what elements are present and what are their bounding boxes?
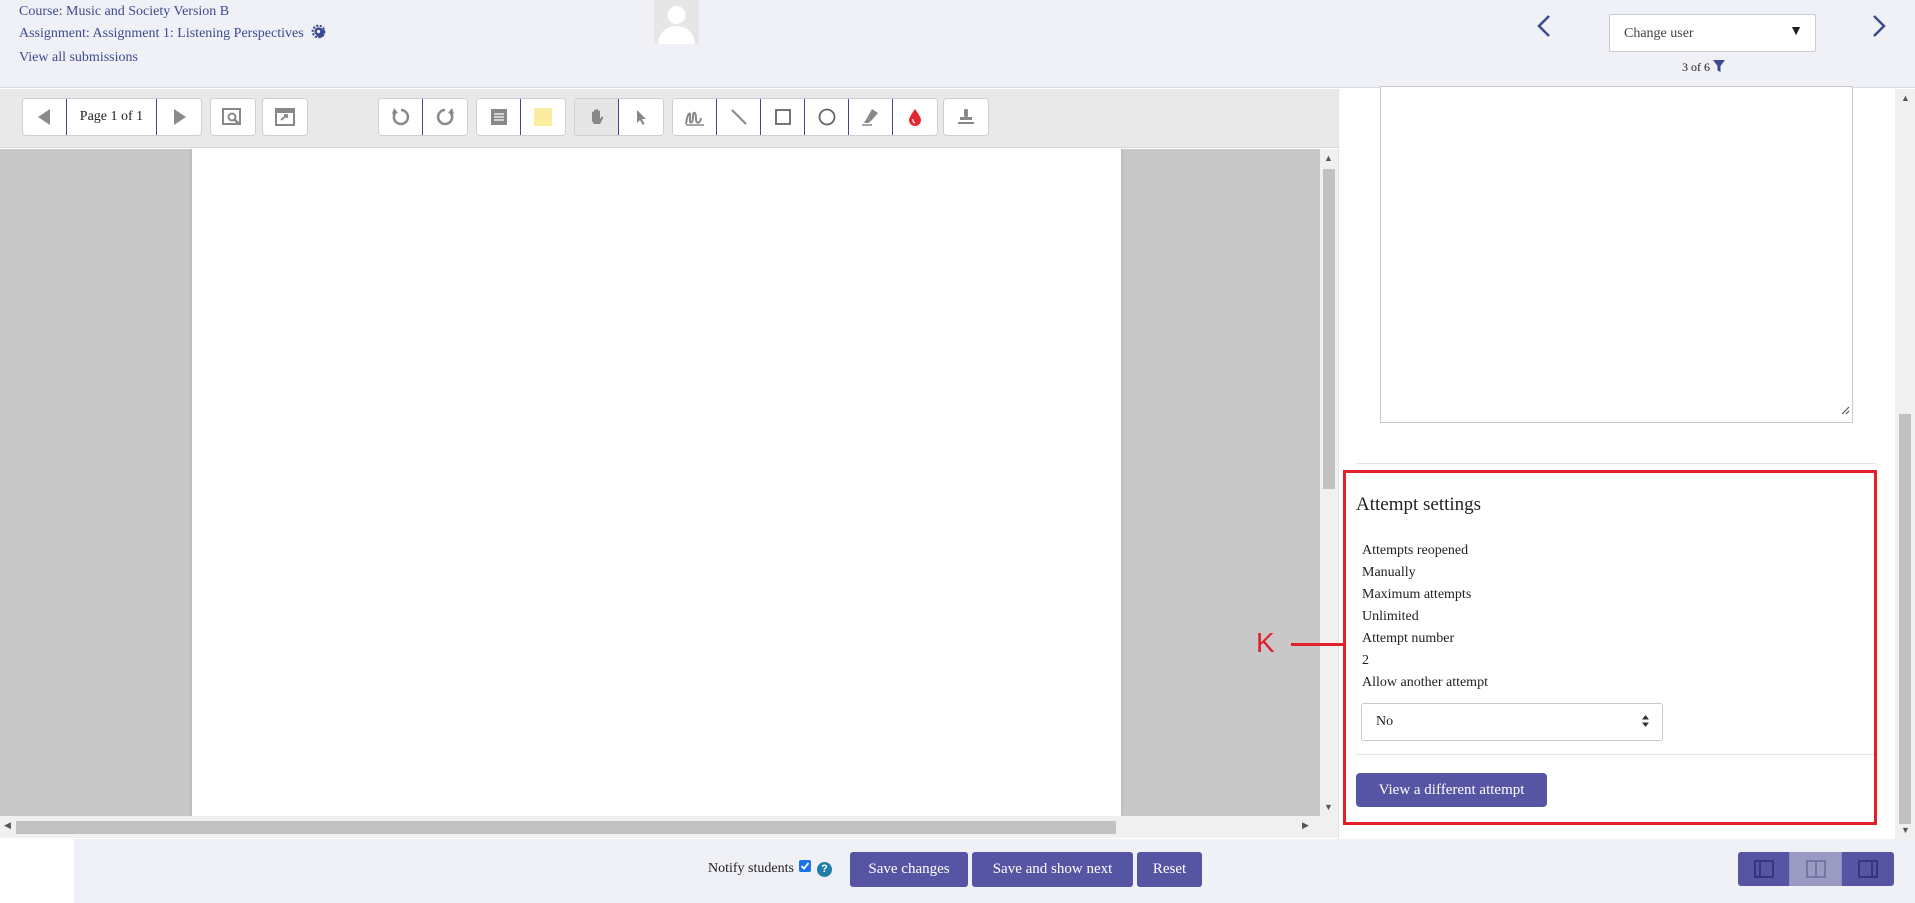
collapse-review-panel-button[interactable]	[1842, 852, 1894, 886]
page-navigation-group: Page 1 of 1	[22, 98, 202, 136]
feedback-comments-textarea[interactable]	[1380, 86, 1853, 423]
search-comments-group	[210, 98, 256, 136]
scrollbar-corner	[1320, 816, 1338, 838]
footer-spacer	[0, 839, 74, 903]
rotate-right-button[interactable]	[423, 99, 467, 135]
navigation-tools-group	[574, 98, 664, 136]
scroll-up-arrow-icon[interactable]: ▲	[1324, 153, 1333, 163]
annotation-toolbar: Page 1 of 1	[0, 89, 1338, 148]
pan-hand-button[interactable]	[575, 99, 619, 135]
rotate-group	[378, 98, 468, 136]
dropdown-caret-icon: ▼	[1789, 24, 1803, 39]
save-changes-button[interactable]: Save changes	[850, 852, 968, 887]
layout-toggle-group	[1738, 852, 1894, 886]
annotation-marker-line	[1291, 643, 1343, 646]
default-layout-button[interactable]	[1790, 852, 1842, 886]
view-different-attempt-button[interactable]: View a different attempt	[1356, 773, 1547, 807]
notify-students-label: Notify students	[708, 861, 794, 876]
previous-page-button[interactable]	[23, 99, 67, 135]
expand-button[interactable]	[263, 99, 307, 135]
filter-icon[interactable]	[1710, 60, 1725, 74]
comment-group	[476, 98, 566, 136]
oval-button[interactable]	[805, 99, 849, 135]
scroll-down-arrow-icon[interactable]: ▼	[1324, 802, 1333, 812]
user-avatar	[654, 0, 699, 44]
attempt-settings-details: Attempts reopened Manually Maximum attem…	[1362, 540, 1488, 694]
document-horizontal-scrollbar[interactable]: ◀ ▶	[0, 816, 1320, 838]
allow-another-attempt-select[interactable]: No	[1361, 703, 1663, 741]
collapse-grade-panel-button[interactable]	[1738, 852, 1790, 886]
allow-another-attempt-label: Allow another attempt	[1362, 675, 1488, 690]
document-vertical-scrollbar[interactable]: ▲ ▼	[1320, 149, 1338, 816]
comment-button[interactable]	[477, 99, 521, 135]
attempt-number-label: Attempt number	[1362, 631, 1455, 646]
course-link[interactable]: Course: Music and Society Version B	[19, 4, 229, 19]
assignment-link[interactable]: Assignment: Assignment 1: Listening Pers…	[19, 26, 304, 41]
rectangle-button[interactable]	[761, 99, 805, 135]
gear-icon[interactable]	[311, 24, 326, 47]
pen-button[interactable]	[673, 99, 717, 135]
grading-panel-scrollbar[interactable]: ▲ ▼	[1895, 89, 1915, 839]
rotate-left-button[interactable]	[379, 99, 423, 135]
next-user-button[interactable]	[1863, 8, 1893, 44]
maximum-attempts-value: Unlimited	[1362, 609, 1419, 624]
grader-header: Course: Music and Society Version B Assi…	[0, 0, 1915, 88]
select-updown-icon	[1641, 714, 1650, 733]
scroll-right-arrow-icon[interactable]: ▶	[1302, 820, 1309, 831]
view-all-submissions-link[interactable]: View all submissions	[19, 50, 138, 65]
pdf-page[interactable]	[192, 149, 1121, 816]
page-selector[interactable]: Page 1 of 1	[67, 99, 157, 135]
document-viewer[interactable]	[0, 149, 1320, 816]
user-count-text: 3 of 6	[1682, 60, 1710, 74]
drawing-tools-group	[672, 98, 938, 136]
scroll-left-arrow-icon[interactable]: ◀	[4, 820, 11, 831]
change-user-label: Change user	[1624, 26, 1694, 41]
save-and-show-next-button[interactable]: Save and show next	[972, 852, 1133, 887]
annotation-colour-button[interactable]	[893, 99, 937, 135]
reset-button[interactable]: Reset	[1137, 852, 1202, 887]
attempt-number-value: 2	[1362, 653, 1369, 668]
stamp-group	[943, 98, 989, 136]
annotation-marker-label: K	[1256, 627, 1275, 658]
attempts-reopened-label: Attempts reopened	[1362, 543, 1469, 558]
document-vertical-scroll-thumb[interactable]	[1323, 169, 1335, 489]
document-horizontal-scroll-thumb[interactable]	[16, 821, 1116, 834]
assignment-info: Course: Music and Society Version B Assi…	[19, 1, 326, 69]
attempt-settings-heading: Attempt settings	[1356, 494, 1482, 515]
maximum-attempts-label: Maximum attempts	[1362, 587, 1472, 602]
line-button[interactable]	[717, 99, 761, 135]
resize-grip-icon[interactable]	[1840, 402, 1850, 420]
panel-scroll-thumb[interactable]	[1899, 414, 1911, 824]
user-count: 3 of 6	[1682, 60, 1725, 75]
allow-another-attempt-value: No	[1376, 714, 1394, 729]
panel-scroll-up-arrow-icon[interactable]: ▲	[1901, 93, 1910, 103]
panel-scroll-down-arrow-icon[interactable]: ▼	[1901, 825, 1910, 835]
select-pointer-button[interactable]	[619, 99, 663, 135]
search-comments-button[interactable]	[211, 99, 255, 135]
expand-group	[262, 98, 308, 136]
change-user-select[interactable]: Change user ▼	[1609, 14, 1816, 52]
notify-students-control: Notify students ?	[708, 860, 832, 877]
notify-students-checkbox[interactable]	[798, 860, 811, 872]
next-page-button[interactable]	[157, 99, 201, 135]
section-divider	[1356, 463, 1876, 464]
attempts-reopened-value: Manually	[1362, 565, 1416, 580]
comment-colour-button[interactable]	[521, 99, 565, 135]
stamp-button[interactable]	[944, 99, 988, 135]
section-divider	[1356, 754, 1874, 755]
highlighter-button[interactable]	[849, 99, 893, 135]
previous-user-button[interactable]	[1530, 8, 1560, 44]
help-icon[interactable]: ?	[816, 861, 832, 877]
